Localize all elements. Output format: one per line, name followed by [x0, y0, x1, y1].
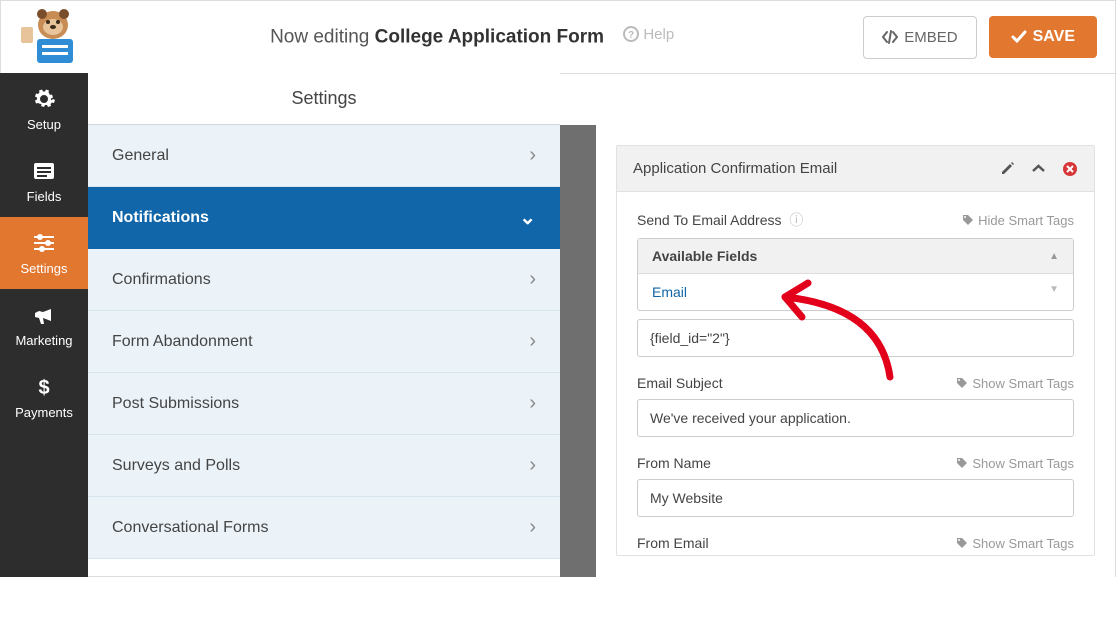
rail-item-setup[interactable]: Setup: [0, 73, 88, 145]
arrow-up-icon: ▲: [1049, 251, 1059, 262]
arrow-down-icon: ▼: [1049, 284, 1059, 300]
dollar-icon: $: [35, 375, 53, 399]
editing-prefix: Now editing: [270, 26, 369, 47]
send-to-input[interactable]: [637, 319, 1074, 357]
tag-icon: [956, 457, 968, 469]
rail-item-fields[interactable]: Fields: [0, 145, 88, 217]
subject-input[interactable]: [637, 399, 1074, 437]
settings-item-surveys-polls[interactable]: Surveys and Polls›: [88, 435, 560, 497]
settings-item-conversational[interactable]: Conversational Forms›: [88, 497, 560, 559]
tag-icon: [956, 377, 968, 389]
from-name-input[interactable]: [637, 479, 1074, 517]
svg-text:?: ?: [628, 30, 634, 41]
card-header: Application Confirmation Email: [617, 146, 1094, 192]
notification-card: Application Confirmation Email Send To E…: [616, 145, 1095, 556]
edit-icon[interactable]: [1000, 161, 1015, 176]
app-logo: [19, 9, 81, 65]
send-to-row: Send To Email Address ⓘ Hide Smart Tags: [637, 210, 1074, 230]
rail-label: Fields: [27, 189, 62, 204]
settings-item-post-submissions[interactable]: Post Submissions›: [88, 373, 560, 435]
settings-item-general[interactable]: General›: [88, 125, 560, 187]
rail-item-settings[interactable]: Settings: [0, 217, 88, 289]
show-smart-tags-link[interactable]: Show Smart Tags: [956, 376, 1074, 391]
card-title: Application Confirmation Email: [633, 160, 837, 177]
code-icon: [882, 30, 898, 44]
show-smart-tags-link[interactable]: Show Smart Tags: [956, 536, 1074, 551]
rail-label: Setup: [27, 117, 61, 132]
settings-item-confirmations[interactable]: Confirmations›: [88, 249, 560, 311]
notification-editor: Application Confirmation Email Send To E…: [596, 125, 1115, 629]
help-icon: ?: [623, 26, 639, 42]
picker-option-email[interactable]: Email ▼: [638, 274, 1073, 310]
from-name-row: From Name Show Smart Tags: [637, 455, 1074, 471]
embed-button[interactable]: EMBED: [863, 16, 976, 59]
chevron-right-icon: ›: [529, 144, 536, 167]
panel-title: Settings: [88, 73, 560, 125]
rail-label: Settings: [21, 261, 68, 276]
hide-smart-tags-link[interactable]: Hide Smart Tags: [962, 213, 1074, 228]
card-body: Send To Email Address ⓘ Hide Smart Tags …: [617, 192, 1094, 555]
save-button[interactable]: SAVE: [989, 16, 1097, 58]
chevron-right-icon: ›: [529, 392, 536, 415]
settings-list: General› Notifications⌄ Confirmations› F…: [88, 125, 560, 559]
list-icon: [32, 159, 56, 183]
editing-title: Now editing College Application Form ? H…: [101, 26, 843, 49]
settings-item-notifications[interactable]: Notifications⌄: [88, 187, 560, 249]
sliders-icon: [32, 231, 56, 255]
chevron-right-icon: ›: [529, 330, 536, 353]
megaphone-icon: [32, 303, 56, 327]
tag-icon: [956, 537, 968, 549]
chevron-right-icon: ›: [529, 268, 536, 291]
svg-text:$: $: [38, 377, 49, 399]
gear-icon: [32, 87, 56, 111]
left-rail: Setup Fields Settings Marketing $ Paymen…: [0, 73, 88, 577]
settings-column: Settings General› Notifications⌄ Confirm…: [88, 73, 560, 577]
from-email-row: From Email Show Smart Tags: [637, 535, 1074, 551]
help-link[interactable]: ? Help: [623, 26, 674, 43]
check-icon: [1011, 30, 1027, 44]
help-icon[interactable]: ⓘ: [786, 212, 804, 228]
collapse-icon[interactable]: [1031, 161, 1046, 176]
form-name: College Application Form: [375, 26, 604, 47]
show-smart-tags-link[interactable]: Show Smart Tags: [956, 456, 1074, 471]
picker-header[interactable]: Available Fields ▲: [638, 239, 1073, 274]
tag-icon: [962, 214, 974, 226]
chevron-down-icon: ⌄: [519, 205, 536, 230]
rail-label: Marketing: [15, 333, 72, 348]
subject-row: Email Subject Show Smart Tags: [637, 375, 1074, 391]
top-bar: Now editing College Application Form ? H…: [1, 1, 1115, 74]
rail-item-payments[interactable]: $ Payments: [0, 361, 88, 433]
delete-icon[interactable]: [1062, 161, 1078, 177]
rail-label: Payments: [15, 405, 73, 420]
rail-item-marketing[interactable]: Marketing: [0, 289, 88, 361]
smart-tags-picker: Available Fields ▲ Email ▼: [637, 238, 1074, 311]
settings-item-form-abandonment[interactable]: Form Abandonment›: [88, 311, 560, 373]
gutter: [560, 125, 596, 577]
chevron-right-icon: ›: [529, 516, 536, 539]
chevron-right-icon: ›: [529, 454, 536, 477]
